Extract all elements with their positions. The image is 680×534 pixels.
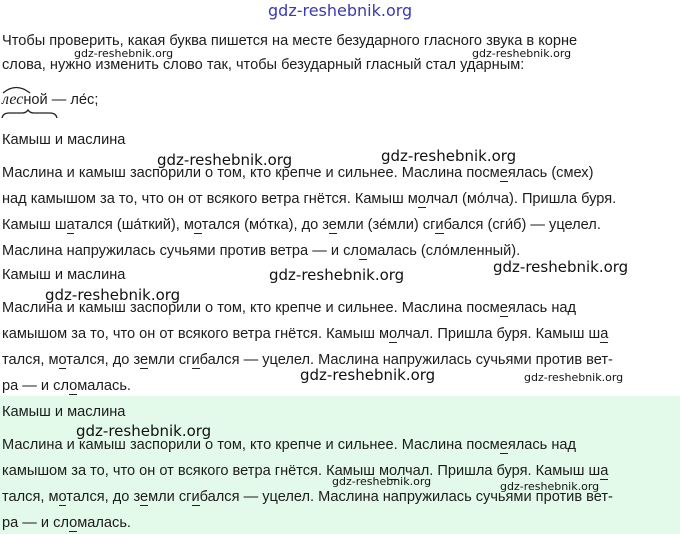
example-root: лес bbox=[2, 91, 24, 108]
watermark: gdz-reshebnik.org bbox=[472, 47, 572, 60]
block1-title: Камыш и маслина bbox=[2, 132, 126, 148]
example-dash: — bbox=[47, 92, 71, 108]
block3-title: Камыш и маслина bbox=[2, 404, 126, 420]
watermark: gdz-reshebnik.org bbox=[500, 480, 600, 493]
example-suffix: ной bbox=[23, 92, 48, 108]
watermark: gdz-reshebnik.org bbox=[332, 475, 432, 488]
block1-line-1: Маслина и камыш заспорили о том, кто кре… bbox=[2, 165, 594, 182]
block1-line-2: над камышом за то, что он от всякого вет… bbox=[2, 191, 617, 208]
block2-line-2: камышом за то, что он от всякого ветра г… bbox=[2, 326, 609, 343]
watermark-top: gdz-reshebnik.org bbox=[268, 1, 413, 20]
watermark: gdz-reshebnik.org bbox=[157, 151, 293, 169]
watermark: gdz-reshebnik.org bbox=[300, 366, 436, 384]
watermark: gdz-reshebnik.org bbox=[76, 422, 212, 440]
example-line: лесной — ле́с; bbox=[2, 90, 98, 110]
block1-line-4: Маслина напружилась сучьями против ветра… bbox=[2, 243, 521, 260]
block3-line-2: камышом за то, что он от всякого ветра г… bbox=[2, 463, 609, 480]
watermark: gdz-reshebnik.org bbox=[74, 47, 174, 60]
example-check: ле́с; bbox=[70, 92, 99, 108]
block1-line-3: Камыш шатался (ша́ткий), мотался (мо́тка… bbox=[2, 217, 601, 234]
watermark: gdz-reshebnik.org bbox=[45, 286, 181, 304]
block3-line-4: ра — и сломалась. bbox=[2, 515, 131, 532]
watermark: gdz-reshebnik.org bbox=[269, 266, 405, 284]
block2-line-4: ра — и сломалась. bbox=[2, 378, 131, 395]
block2-title: Камыш и маслина bbox=[2, 267, 126, 283]
watermark: gdz-reshebnik.org bbox=[381, 147, 517, 165]
watermark: gdz-reshebnik.org bbox=[524, 371, 624, 384]
watermark: gdz-reshebnik.org bbox=[493, 258, 629, 276]
